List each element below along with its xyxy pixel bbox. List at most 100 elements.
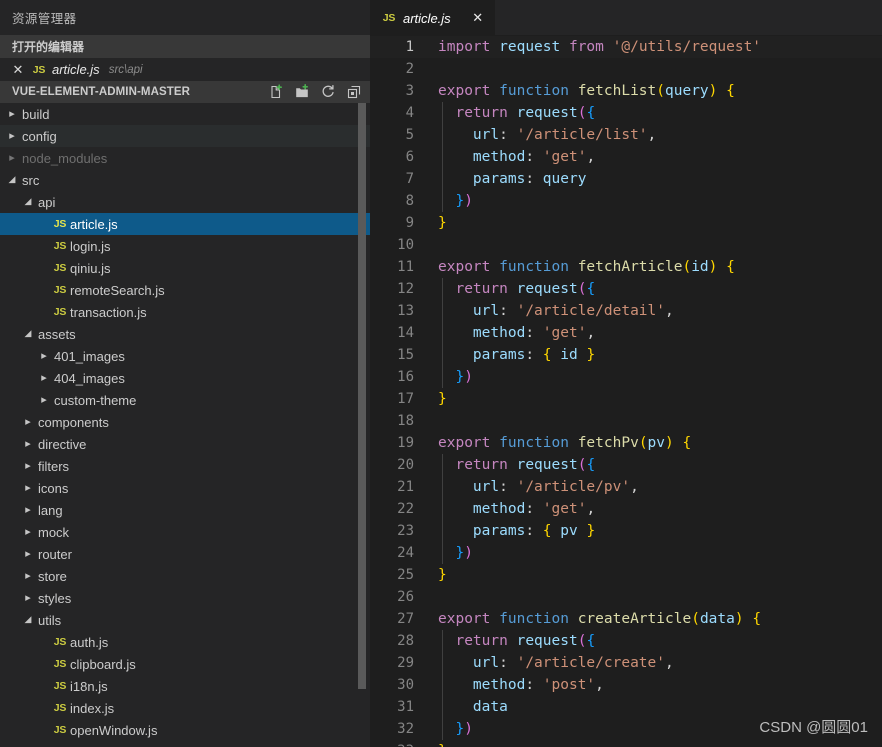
chevron-right-icon[interactable] (20, 417, 36, 428)
tree-row-assets[interactable]: assets (0, 323, 370, 345)
tree-row-auth-js[interactable]: JS auth.js (0, 631, 370, 653)
code-line[interactable]: 23 params: { pv } (370, 520, 882, 542)
file-tree[interactable]: buildconfignode_modulessrcapiJSarticle.j… (0, 103, 370, 747)
chevron-right-icon[interactable] (36, 395, 52, 406)
new-folder-icon[interactable] (290, 81, 314, 103)
collapse-all-icon[interactable] (342, 81, 366, 103)
tree-row-remotesearch-js[interactable]: JS remoteSearch.js (0, 279, 370, 301)
code-line[interactable]: 6 method: 'get', (370, 146, 882, 168)
chevron-right-icon[interactable] (36, 351, 52, 362)
code-viewport[interactable]: 1 import request from '@/utils/request' 2 3… (370, 35, 882, 747)
chevron-right-icon[interactable] (36, 373, 52, 384)
code-token: export (438, 83, 491, 99)
code-line[interactable]: 7 params: query (370, 168, 882, 190)
code-line[interactable]: 25} (370, 564, 882, 586)
project-root-header[interactable]: VUE-ELEMENT-ADMIN-MASTER (0, 81, 370, 104)
editor-tab[interactable]: JS article.js ✕ (370, 0, 495, 35)
code-line[interactable]: 3 export function fetchList(query) { (370, 80, 882, 102)
code-line[interactable]: 10 (370, 234, 882, 256)
code-line[interactable]: 2 (370, 58, 882, 80)
code-line[interactable]: 18 (370, 410, 882, 432)
code-line[interactable]: 32 }) (370, 718, 882, 740)
code-line[interactable]: 20 return request({ (370, 454, 882, 476)
tree-row-openwindow-js[interactable]: JS openWindow.js (0, 719, 370, 741)
code-line[interactable]: 21 url: '/article/pv', (370, 476, 882, 498)
chevron-right-icon[interactable] (20, 439, 36, 450)
code-line[interactable]: 24 }) (370, 542, 882, 564)
tree-row-custom-theme[interactable]: custom-theme (0, 389, 370, 411)
chevron-right-icon[interactable] (20, 461, 36, 472)
chevron-down-icon[interactable] (4, 176, 20, 185)
code-line[interactable]: 22 method: 'get', (370, 498, 882, 520)
code-line[interactable]: 29 url: '/article/create', (370, 652, 882, 674)
line-number: 11 (397, 259, 414, 275)
code-line[interactable]: 5 url: '/article/list', (370, 124, 882, 146)
tree-row-config[interactable]: config (0, 125, 370, 148)
code-line[interactable]: 1 import request from '@/utils/request' (370, 36, 882, 58)
code-line[interactable]: 27 export function createArticle(data) { (370, 608, 882, 630)
chevron-down-icon[interactable] (20, 616, 36, 625)
chevron-right-icon[interactable] (20, 527, 36, 538)
code-line[interactable]: 28 return request({ (370, 630, 882, 652)
code-line[interactable]: 14 method: 'get', (370, 322, 882, 344)
chevron-down-icon[interactable] (20, 198, 36, 207)
code-line[interactable]: 30 method: 'post', (370, 674, 882, 696)
tree-row-src[interactable]: src (0, 169, 370, 191)
code-line[interactable]: 11 export function fetchArticle(id) { (370, 256, 882, 278)
tree-row-index-js[interactable]: JS index.js (0, 697, 370, 719)
code-line[interactable]: 16 }) (370, 366, 882, 388)
tree-row-permission-js[interactable]: JSpermission.js (0, 741, 370, 747)
tree-row-clipboard-js[interactable]: JS clipboard.js (0, 653, 370, 675)
tree-row-directive[interactable]: directive (0, 433, 370, 455)
chevron-right-icon[interactable] (4, 131, 20, 142)
tree-row-404-images[interactable]: 404_images (0, 367, 370, 389)
tree-row-node-modules[interactable]: node_modules (0, 147, 370, 169)
code-line[interactable]: 19 export function fetchPv(pv) { (370, 432, 882, 454)
new-file-icon[interactable] (264, 81, 288, 103)
tree-row-transaction-js[interactable]: JS transaction.js (0, 301, 370, 323)
tree-row-utils[interactable]: utils (0, 609, 370, 631)
code-line[interactable]: 12 return request({ (370, 278, 882, 300)
code-line[interactable]: 17} (370, 388, 882, 410)
chevron-right-icon[interactable] (20, 571, 36, 582)
tree-row-api[interactable]: api (0, 191, 370, 213)
code-line[interactable]: 9} (370, 212, 882, 234)
close-icon[interactable]: ✕ (469, 9, 487, 27)
code-line[interactable]: 33} (370, 740, 882, 747)
open-editors-header[interactable]: 打开的编辑器 (0, 35, 370, 58)
tree-row-lang[interactable]: lang (0, 499, 370, 521)
tree-row-i18n-js[interactable]: JS i18n.js (0, 675, 370, 697)
code-line[interactable]: 26 (370, 586, 882, 608)
code-line[interactable]: 8 }) (370, 190, 882, 212)
chevron-right-icon[interactable] (4, 109, 20, 120)
tree-row-styles[interactable]: styles (0, 587, 370, 609)
tree-row-store[interactable]: store (0, 565, 370, 587)
code-line[interactable]: 4 return request({ (370, 102, 882, 124)
tree-row-login-js[interactable]: JS login.js (0, 235, 370, 257)
tree-row-components[interactable]: components (0, 411, 370, 433)
chevron-right-icon[interactable] (20, 549, 36, 560)
tree-row-article-js[interactable]: JS article.js (0, 213, 370, 236)
tree-row-router[interactable]: router (0, 543, 370, 565)
sidebar-scrollbar[interactable] (358, 103, 366, 690)
code-token: : (525, 347, 543, 363)
refresh-icon[interactable] (316, 81, 340, 103)
chevron-down-icon[interactable] (20, 330, 36, 339)
code-line[interactable]: 15 params: { id } (370, 344, 882, 366)
tree-row-icons[interactable]: icons (0, 477, 370, 499)
tree-row-qiniu-js[interactable]: JS qiniu.js (0, 257, 370, 279)
tree-row-build[interactable]: build (0, 103, 370, 125)
chevron-right-icon[interactable] (4, 153, 20, 164)
code-line[interactable]: 31 data (370, 696, 882, 718)
close-icon[interactable]: ✕ (10, 62, 26, 78)
chevron-right-icon[interactable] (20, 483, 36, 494)
chevron-right-icon[interactable] (20, 505, 36, 516)
tree-row-401-images[interactable]: 401_images (0, 345, 370, 367)
chevron-right-icon[interactable] (20, 593, 36, 604)
tree-row-mock[interactable]: mock (0, 521, 370, 543)
open-editor-item[interactable]: ✕ JS article.js src\api (0, 58, 370, 81)
code-line[interactable]: 13 url: '/article/detail', (370, 300, 882, 322)
code-token: 'get' (542, 325, 587, 341)
tree-row-filters[interactable]: filters (0, 455, 370, 477)
